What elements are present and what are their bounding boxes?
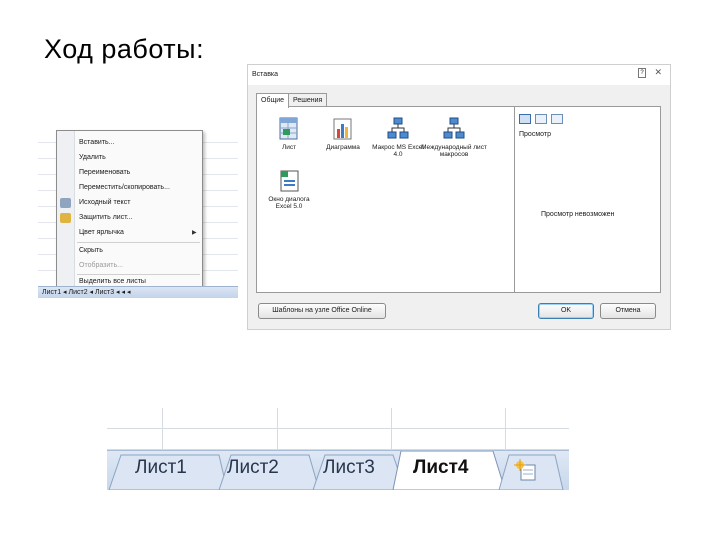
menu-item-unhide: Отобразить...	[79, 262, 123, 269]
cancel-button[interactable]: Отмена	[600, 303, 656, 319]
menu-item-move-copy[interactable]: Переместить/скопировать...	[79, 182, 170, 194]
item-dialog-sheet[interactable]: Окно диалога Excel 5.0	[261, 169, 317, 210]
list-view-button[interactable]	[535, 114, 547, 124]
small-sheet-tabs-text[interactable]: Лист1 ◂ Лист2 ◂ Лист3 ◂ ◂ ◂	[42, 289, 131, 296]
small-sheet-tab-bar: Лист1 ◂ Лист2 ◂ Лист3 ◂ ◂ ◂	[38, 286, 238, 298]
menu-item-tab-color-label: Цвет ярлычка	[79, 229, 124, 236]
help-icon[interactable]: ?	[638, 68, 646, 78]
sheet-context-menu: Вставить... Удалить Переименовать Переме…	[56, 130, 203, 290]
ok-button[interactable]: OK	[538, 303, 594, 319]
item-macro-sheet-label: Макрос MS Excel 4.0	[372, 144, 424, 158]
preview-unavailable-text: Просмотр невозможен	[541, 211, 615, 218]
template-list: Лист Диаграмма Макрос MS Excel 4.0 Между…	[257, 107, 515, 292]
dialog-title: Вставка	[252, 71, 279, 78]
dialog-titlebar: Вставка ? ✕	[248, 65, 670, 85]
dialog-content-panel: Лист Диаграмма Макрос MS Excel 4.0 Между…	[256, 106, 661, 293]
menu-item-protect[interactable]: Защитить лист...	[79, 212, 132, 224]
protect-sheet-icon	[60, 213, 71, 223]
worksheet-icon	[278, 117, 300, 141]
intl-macro-icon	[443, 117, 465, 141]
details-view-button[interactable]	[551, 114, 563, 124]
menu-item-hide[interactable]: Скрыть	[79, 245, 103, 257]
item-chart[interactable]: Диаграмма	[315, 117, 371, 151]
sheet-tab-3[interactable]: Лист3	[323, 457, 375, 479]
insert-dialog: Вставка ? ✕ Общие Решения Лист Диаграмма…	[247, 64, 671, 330]
menu-item-rename[interactable]: Переименовать	[79, 167, 130, 179]
submenu-arrow-icon: ▶	[192, 230, 197, 236]
sheet-tab-bar: Лист1 Лист2 Лист3 Лист4	[107, 450, 569, 490]
menu-item-tab-color[interactable]: Цвет ярлычка ▶	[79, 227, 197, 239]
item-intl-macro-sheet-label: Международный лист макросов	[421, 144, 487, 158]
menu-item-view-code[interactable]: Исходный текст	[79, 197, 130, 209]
context-menu-screenshot: Вставить... Удалить Переименовать Переме…	[38, 128, 238, 300]
item-macro-sheet[interactable]: Макрос MS Excel 4.0	[370, 117, 426, 158]
close-icon[interactable]: ✕	[654, 67, 662, 78]
sheet-tabs-screenshot: Лист1 Лист2 Лист3 Лист4	[107, 408, 569, 490]
preview-label: Просмотр	[519, 131, 551, 138]
insert-sheet-icon[interactable]	[513, 459, 539, 488]
macro-icon	[387, 117, 409, 141]
menu-item-delete[interactable]: Удалить	[79, 152, 106, 164]
item-dialog-sheet-label: Окно диалога Excel 5.0	[268, 196, 310, 210]
menu-icon-gutter	[57, 131, 75, 289]
menu-separator	[77, 242, 200, 243]
sheet-tab-4[interactable]: Лист4	[413, 457, 468, 479]
sheet-tab-2[interactable]: Лист2	[227, 457, 279, 479]
dialog-sheet-icon	[278, 169, 300, 193]
item-intl-macro-sheet[interactable]: Международный лист макросов	[421, 117, 487, 158]
item-chart-label: Диаграмма	[326, 144, 360, 151]
item-worksheet-label: Лист	[281, 144, 297, 151]
menu-separator	[77, 274, 200, 275]
office-online-templates-button[interactable]: Шаблоны на узле Office Online	[258, 303, 386, 319]
view-code-icon	[60, 198, 71, 208]
slide-title: Ход работы:	[44, 34, 205, 64]
tab-general[interactable]: Общие	[256, 93, 290, 108]
chart-icon	[332, 117, 354, 141]
tab-solutions[interactable]: Решения	[288, 93, 328, 107]
sheet-tab-1[interactable]: Лист1	[135, 457, 187, 479]
large-icons-view-button[interactable]	[519, 114, 531, 124]
menu-item-insert[interactable]: Вставить...	[79, 137, 115, 149]
item-worksheet[interactable]: Лист	[261, 117, 317, 151]
